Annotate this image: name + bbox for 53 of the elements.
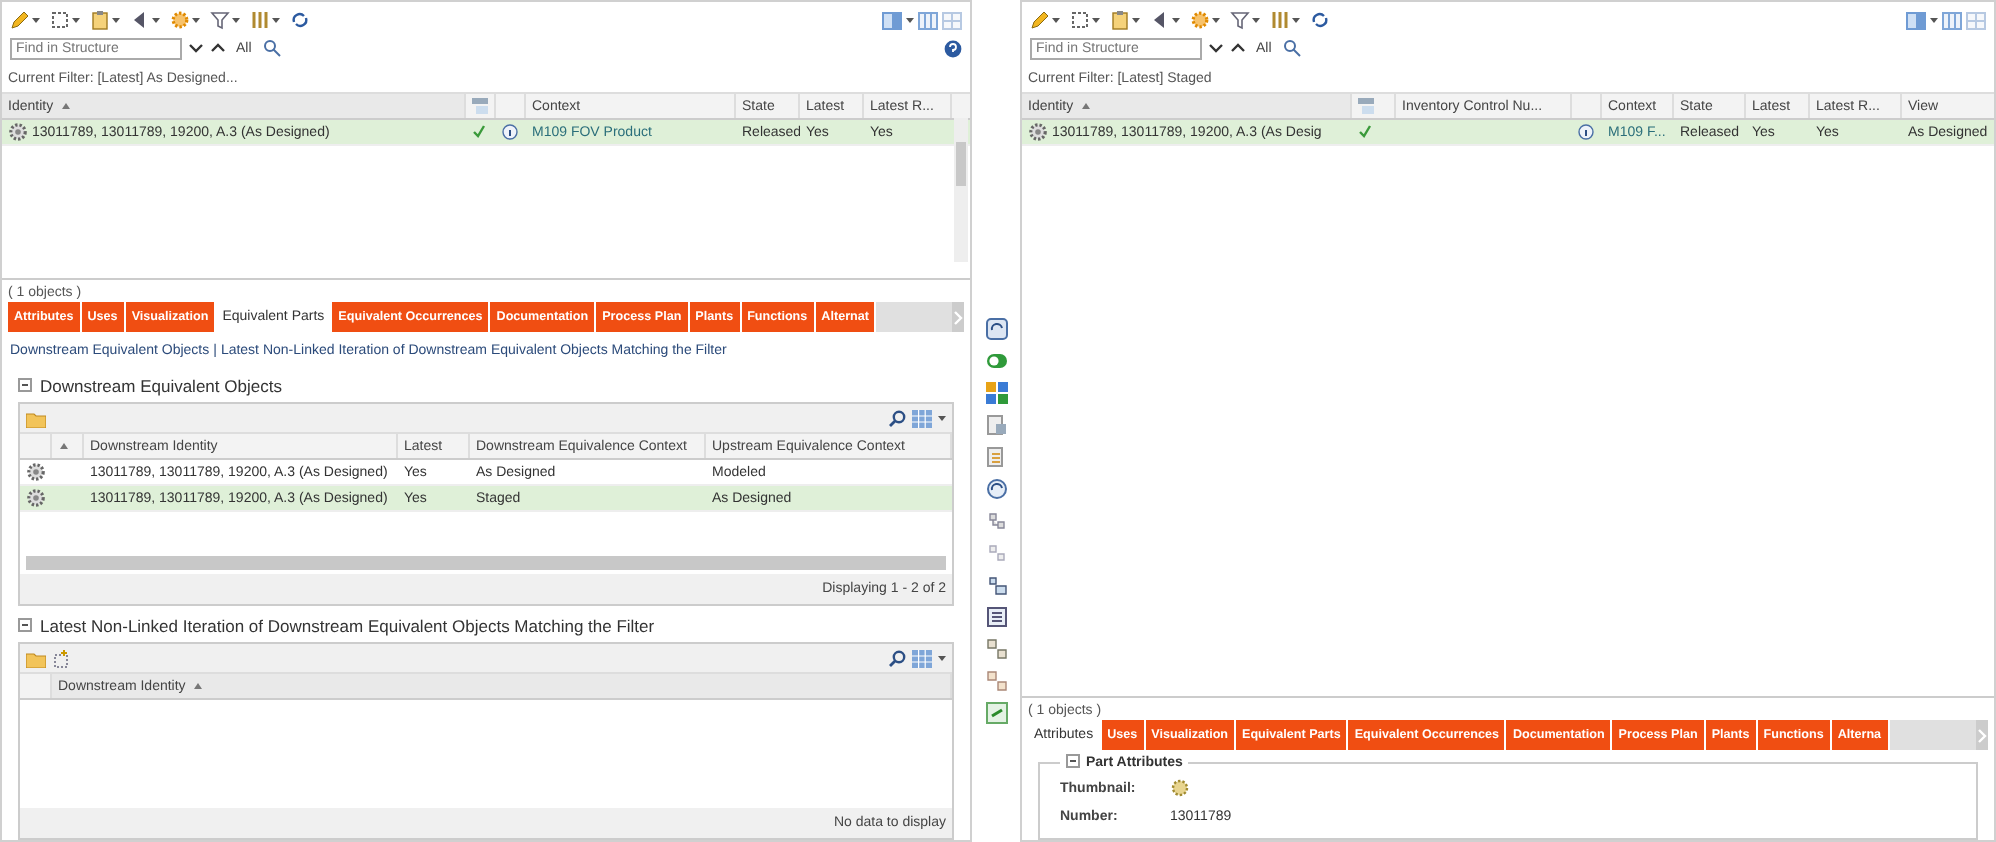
info-icon[interactable] — [502, 124, 518, 140]
collapse-icon[interactable] — [18, 378, 32, 392]
find-options-icon[interactable] — [261, 38, 282, 58]
filter-icon[interactable] — [1230, 10, 1250, 30]
chevron-up-icon[interactable] — [1230, 40, 1246, 56]
selection-icon[interactable] — [1070, 10, 1090, 30]
tiles-icon[interactable] — [985, 382, 1007, 404]
toggle-icon[interactable] — [985, 350, 1007, 372]
horizontal-scrollbar[interactable] — [26, 556, 946, 570]
tools-icon[interactable] — [1270, 10, 1290, 30]
sort-arrow-icon — [1079, 100, 1092, 112]
columns-icon — [1358, 98, 1374, 114]
info-icon[interactable] — [1578, 124, 1594, 140]
pencil-icon[interactable] — [10, 10, 30, 30]
section-heading: Downstream Equivalent Objects — [40, 376, 282, 396]
find-options-icon[interactable] — [1281, 38, 1302, 58]
section-heading: Latest Non-Linked Iteration of Downstream Equivalent Objects Matching the Filter — [40, 616, 655, 636]
collapse-icon[interactable] — [1066, 754, 1080, 768]
sort-arrow-icon — [191, 680, 204, 692]
chevron-up-icon[interactable] — [210, 40, 226, 56]
help-icon[interactable] — [944, 39, 962, 57]
chevron-down-icon[interactable] — [1208, 40, 1224, 56]
structure-icon[interactable] — [985, 638, 1007, 660]
selection-icon[interactable] — [50, 10, 70, 30]
clipboard-icon[interactable] — [90, 10, 110, 30]
sort-arrow-icon — [59, 100, 72, 112]
check-icon — [1358, 123, 1372, 137]
back-arrow-icon[interactable] — [130, 10, 150, 30]
document-icon[interactable] — [985, 446, 1007, 468]
filter-icon[interactable] — [210, 10, 230, 30]
chevron-down-icon[interactable] — [188, 40, 204, 56]
tools-icon[interactable] — [250, 10, 270, 30]
pencil-icon[interactable] — [1030, 10, 1050, 30]
list-icon[interactable] — [985, 606, 1007, 628]
structure-icon[interactable] — [985, 510, 1007, 532]
sort-arrow-icon — [58, 440, 70, 452]
back-arrow-icon[interactable] — [1150, 10, 1170, 30]
sync-icon[interactable] — [985, 478, 1007, 500]
clipboard-icon[interactable] — [1110, 10, 1130, 30]
sync-icon[interactable] — [985, 318, 1007, 340]
link-icon[interactable] — [985, 702, 1007, 724]
check-icon — [472, 123, 486, 137]
thumbnail-icon — [1170, 778, 1190, 798]
structure-icon[interactable] — [985, 574, 1007, 596]
search-icon[interactable] — [888, 649, 906, 667]
refresh-icon[interactable] — [1310, 10, 1330, 30]
collapse-icon[interactable] — [18, 618, 32, 632]
new-item-icon[interactable] — [52, 649, 70, 667]
search-icon[interactable] — [888, 409, 906, 427]
columns-icon — [472, 98, 488, 114]
refresh-icon[interactable] — [290, 10, 310, 30]
vertical-scrollbar[interactable] — [954, 118, 968, 262]
document-icon[interactable] — [985, 414, 1007, 436]
